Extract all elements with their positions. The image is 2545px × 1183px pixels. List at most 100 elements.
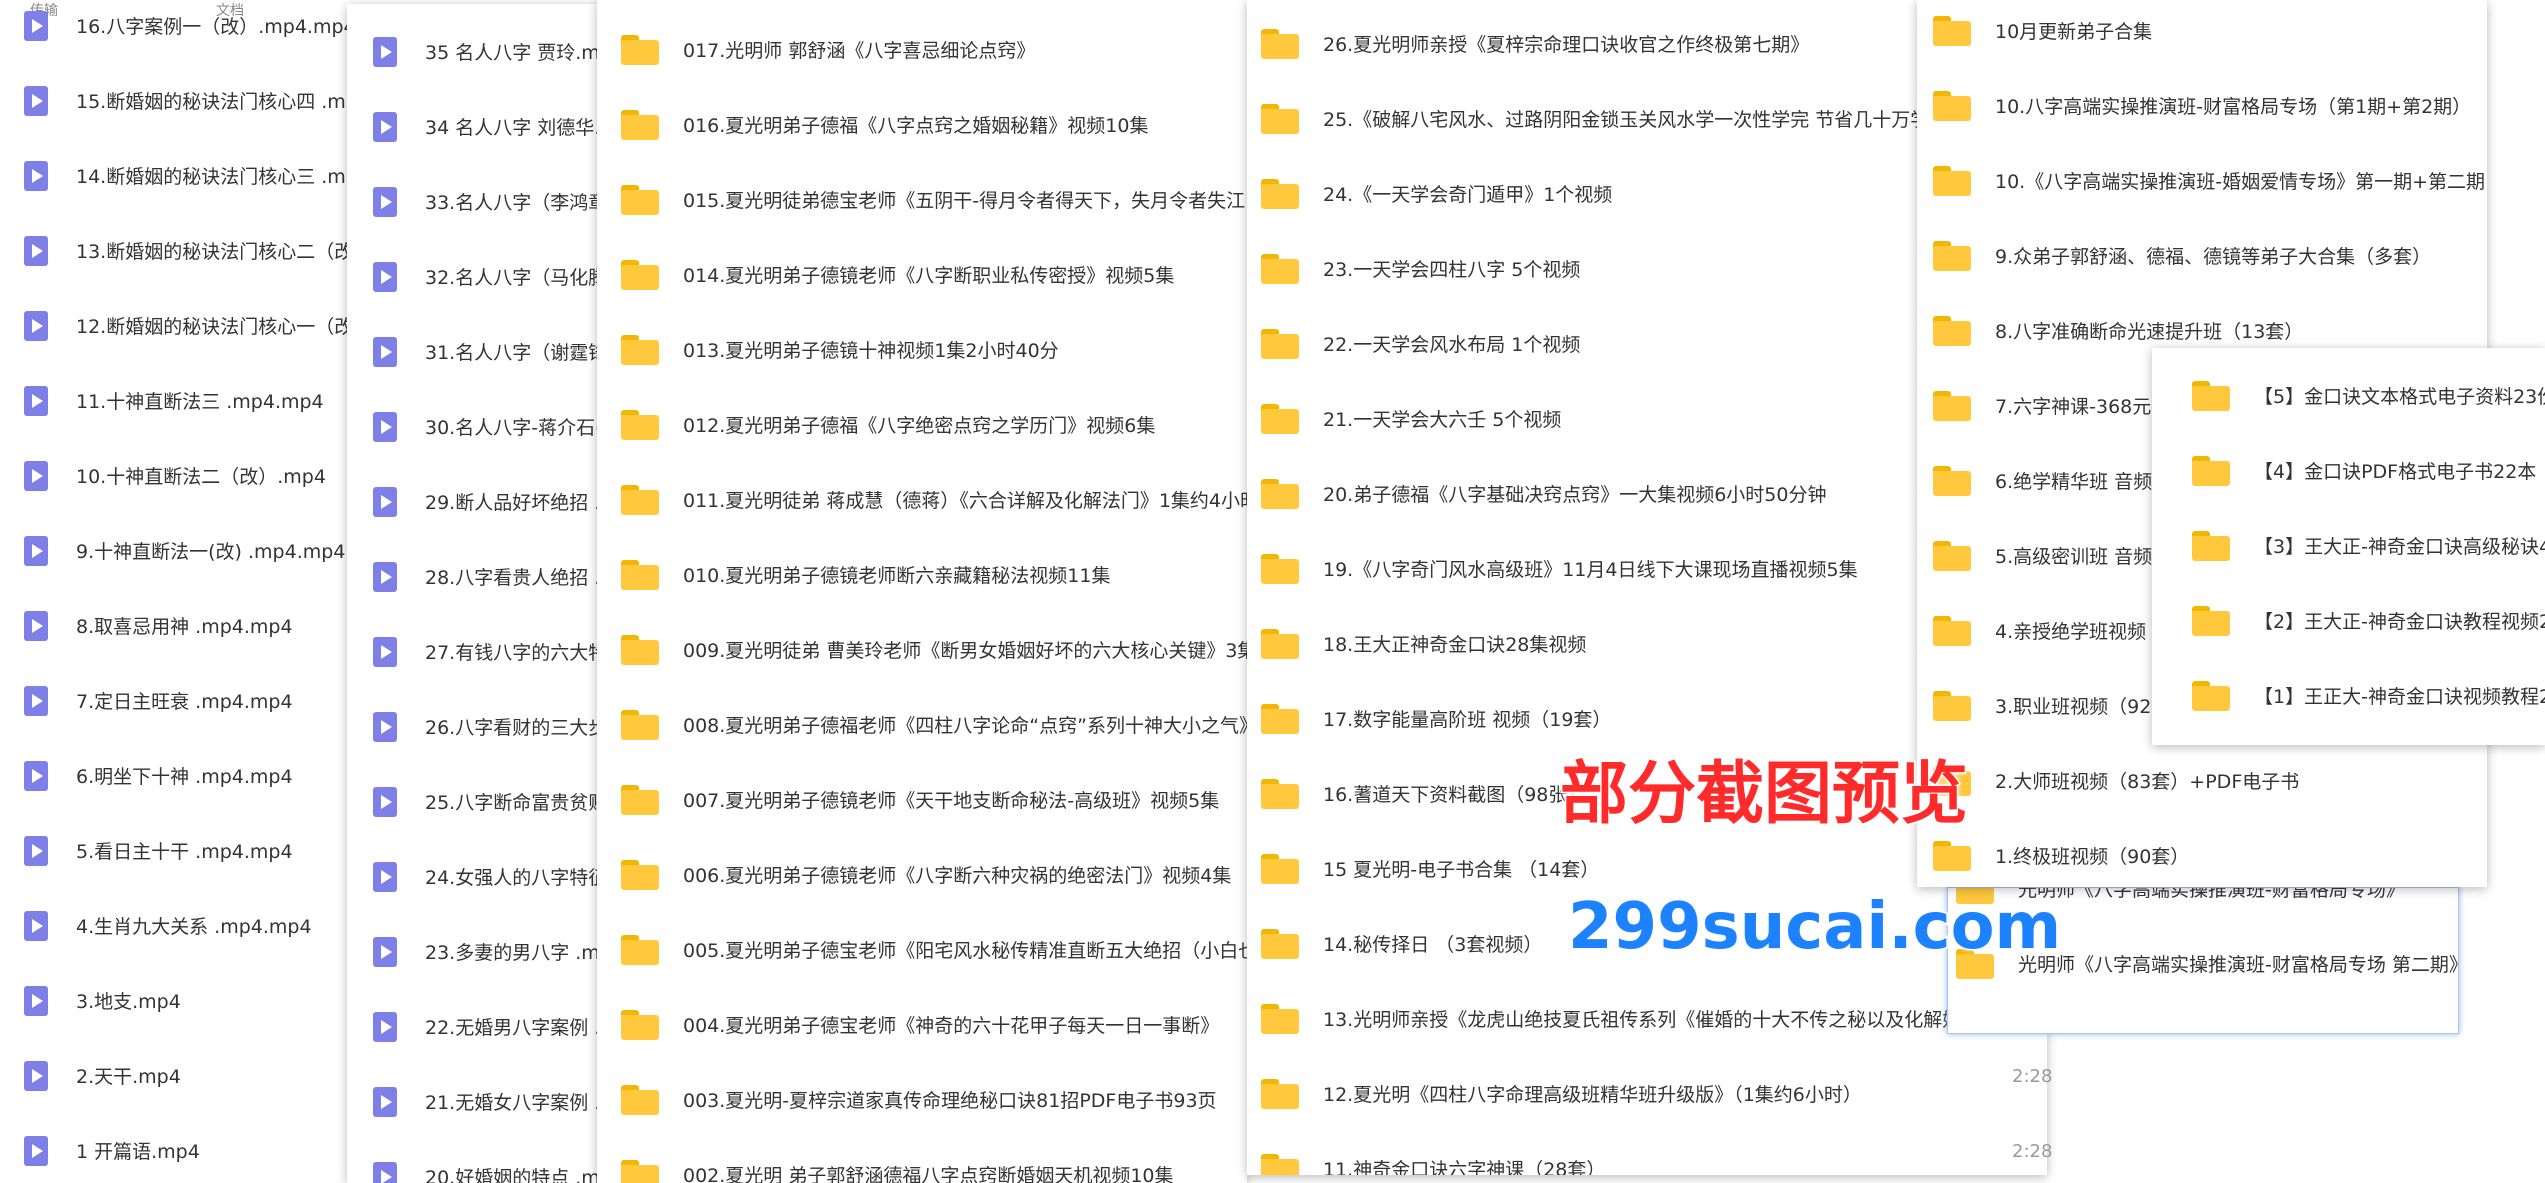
folder-row[interactable]: 009.夏光明徒弟 曹美玲老师《断男女婚姻好坏的六大核心关键》3集 xyxy=(597,612,1247,687)
folder-list-panel-3: 017.光明师 郭舒涵《八字喜忌细论点窍》 016.夏光明弟子德福《八字点窍之婚姻… xyxy=(597,0,1247,1183)
folder-row[interactable]: 015.夏光明徒弟德宝老师《五阴干-得月令者得天下，失月令者失江山》 xyxy=(597,162,1247,237)
folder-icon xyxy=(1933,465,1971,496)
folder-name: 014.夏光明弟子德镜老师《八字断职业私传密授》视频5集 xyxy=(683,265,1175,287)
folder-icon xyxy=(1261,28,1299,59)
folder-row[interactable]: 【1】王正大-神奇金口诀视频教程28套 xyxy=(2152,658,2545,733)
file-row[interactable]: 5.看日主十干 .mp4.mp4 xyxy=(0,813,380,888)
file-row[interactable]: 7.定日主旺衰 .mp4.mp4 xyxy=(0,663,380,738)
folder-row[interactable]: 【5】金口诀文本格式电子资料23份 xyxy=(2152,358,2545,433)
folder-name: 3.职业班视频（92套 xyxy=(1995,696,2171,718)
folder-row[interactable]: 13.光明师亲授《龙虎山绝技夏氏祖传系列《催婚的十大不传之秘以及化解婚姻关系 xyxy=(1247,981,2047,1056)
folder-name: 12.夏光明《四柱八字命理高级班精华班升级版》（1集约6小时） xyxy=(1323,1084,1862,1106)
file-row[interactable]: 10.十神直断法二（改）.mp4 xyxy=(0,438,380,513)
folder-name: 015.夏光明徒弟德宝老师《五阴干-得月令者得天下，失月令者失江山》 xyxy=(683,190,1247,212)
video-file-icon xyxy=(373,36,397,67)
folder-name: 22.一天学会风水布局 1个视频 xyxy=(1323,334,1581,356)
folder-icon xyxy=(1933,690,1971,721)
folder-row[interactable]: 10.八字高端实操推演班-财富格局专场（第1期+第2期） xyxy=(1917,68,2487,143)
video-file-icon xyxy=(373,1011,397,1042)
folder-icon xyxy=(1261,178,1299,209)
file-row[interactable]: 16.八字案例一（改）.mp4.mp4 xyxy=(0,0,380,63)
folder-icon xyxy=(2192,530,2230,561)
folder-row[interactable]: 014.夏光明弟子德镜老师《八字断职业私传密授》视频5集 xyxy=(597,237,1247,312)
folder-icon xyxy=(2192,605,2230,636)
folder-name: 010.夏光明弟子德镜老师断六亲藏籍秘法视频11集 xyxy=(683,565,1111,587)
video-file-icon xyxy=(24,235,48,266)
folder-icon xyxy=(1261,1078,1299,1109)
folder-row[interactable]: 011.夏光明徒弟 蒋成慧（德蒋）《六合详解及化解法门》1集约4小时 xyxy=(597,462,1247,537)
file-name: 23.多妻的男八字 .mp4 xyxy=(425,942,624,964)
folder-row[interactable]: 006.夏光明弟子德镜老师《八字断六种灾祸的绝密法门》视频4集 xyxy=(597,837,1247,912)
file-row[interactable]: 3.地支.mp4 xyxy=(0,963,380,1038)
folder-icon xyxy=(2192,680,2230,711)
folder-name: 【3】王大正-神奇金口诀高级秘诀4本 xyxy=(2254,536,2545,558)
folder-row[interactable]: 9.众弟子郭舒涵、德福、德镜等弟子大合集（多套） xyxy=(1917,218,2487,293)
folder-row[interactable]: 008.夏光明弟子德福老师《四柱八字论命“点窍”系列十神大小之气》视频 xyxy=(597,687,1247,762)
video-file-icon xyxy=(24,535,48,566)
folder-icon xyxy=(1261,253,1299,284)
file-row[interactable]: 4.生肖九大关系 .mp4.mp4 xyxy=(0,888,380,963)
folder-name: 17.数字能量高阶班 视频（19套） xyxy=(1323,709,1612,731)
folder-icon xyxy=(621,109,659,140)
folder-name: 10.《八字高端实操推演班-婚姻爱情专场》第一期+第二期 xyxy=(1995,171,2485,193)
folder-name: 20.弟子德福《八字基础决窍点窍》一大集视频6小时50分钟 xyxy=(1323,484,1827,506)
folder-name: 18.王大正神奇金口诀28集视频 xyxy=(1323,634,1587,656)
folder-icon xyxy=(621,634,659,665)
file-name: 13.断婚姻的秘诀法门核心二（改） xyxy=(76,241,373,263)
folder-row[interactable]: 【2】王大正-神奇金口诀教程视频28套 xyxy=(2152,583,2545,658)
folder-row[interactable]: 012.夏光明弟子德福《八字绝密点窍之学历门》视频6集 xyxy=(597,387,1247,462)
folder-icon xyxy=(1261,928,1299,959)
folder-row[interactable]: 12.夏光明《四柱八字命理高级班精华班升级版》（1集约6小时） xyxy=(1247,1056,2047,1131)
video-file-icon xyxy=(373,111,397,142)
time-fragment-1: 2:28 xyxy=(2012,1066,2053,1087)
file-name: 20.好婚姻的特点 .mp4 xyxy=(425,1167,624,1183)
folder-icon xyxy=(1933,90,1971,121)
folder-row[interactable]: 10月更新弟子合集 xyxy=(1917,0,2487,68)
video-file-icon xyxy=(373,1086,397,1117)
file-name: 2.天干.mp4 xyxy=(76,1066,181,1088)
file-row[interactable]: 2.天干.mp4 xyxy=(0,1038,380,1113)
file-row[interactable]: 6.明坐下十神 .mp4.mp4 xyxy=(0,738,380,813)
folder-row[interactable]: 007.夏光明弟子德镜老师《天干地支断命秘法-高级班》视频5集 xyxy=(597,762,1247,837)
folder-name: 012.夏光明弟子德福《八字绝密点窍之学历门》视频6集 xyxy=(683,415,1156,437)
folder-row[interactable]: 010.夏光明弟子德镜老师断六亲藏籍秘法视频11集 xyxy=(597,537,1247,612)
folder-row[interactable]: 【3】王大正-神奇金口诀高级秘诀4本 xyxy=(2152,508,2545,583)
folder-icon xyxy=(1933,165,1971,196)
folder-icon xyxy=(621,34,659,65)
file-name: 8.取喜忌用神 .mp4.mp4 xyxy=(76,616,293,638)
folder-name: 6.绝学精华班 音频（ xyxy=(1995,471,2172,493)
folder-icon xyxy=(1261,1003,1299,1034)
folder-name: 2.大师班视频（83套）+PDF电子书 xyxy=(1995,771,2300,793)
file-row[interactable]: 11.十神直断法三 .mp4.mp4 xyxy=(0,363,380,438)
video-file-icon xyxy=(373,1161,397,1183)
file-name: 14.断婚姻的秘诀法门核心三 .mp4 xyxy=(76,166,370,188)
folder-row[interactable]: 005.夏光明弟子德宝老师《阳宅风水秘传精准直断五大绝招（小白也能明）》 xyxy=(597,912,1247,987)
file-row[interactable]: 14.断婚姻的秘诀法门核心三 .mp4 xyxy=(0,138,380,213)
file-row[interactable]: 15.断婚姻的秘诀法门核心四 .mp4 xyxy=(0,63,380,138)
file-row[interactable]: 9.十神直断法一(改) .mp4.mp4 xyxy=(0,513,380,588)
folder-row[interactable]: 004.夏光明弟子德宝老师《神奇的六十花甲子每天一日一事断》 xyxy=(597,987,1247,1062)
folder-row[interactable]: 10.《八字高端实操推演班-婚姻爱情专场》第一期+第二期 xyxy=(1917,143,2487,218)
file-row[interactable]: 13.断婚姻的秘诀法门核心二（改） xyxy=(0,213,380,288)
file-row[interactable]: 8.取喜忌用神 .mp4.mp4 xyxy=(0,588,380,663)
folder-row[interactable]: 003.夏光明-夏梓宗道家真传命理绝秘口诀81招PDF电子书93页 xyxy=(597,1062,1247,1137)
folder-name: 4.亲授绝学班视频（ xyxy=(1995,621,2166,643)
folder-icon xyxy=(1261,1153,1299,1175)
folder-icon xyxy=(1261,553,1299,584)
folder-row[interactable]: 2.大师班视频（83套）+PDF电子书 xyxy=(1917,743,2487,818)
folder-row[interactable]: 11.神奇金口诀六字神课（28套） xyxy=(1247,1131,2047,1175)
folder-name: 【2】王大正-神奇金口诀教程视频28套 xyxy=(2254,611,2545,633)
folder-icon xyxy=(621,1159,659,1183)
folder-row[interactable]: 002.夏光明 弟子郭舒涵德福八字点窍断婚姻天机视频10集 xyxy=(597,1137,1247,1183)
folder-row[interactable]: 【4】金口诀PDF格式电子书22本 xyxy=(2152,433,2545,508)
folder-row[interactable]: 013.夏光明弟子德镜十神视频1集2小时40分 xyxy=(597,312,1247,387)
video-file-icon xyxy=(373,786,397,817)
folder-row[interactable]: 016.夏光明弟子德福《八字点窍之婚姻秘籍》视频10集 xyxy=(597,87,1247,162)
folder-name: 006.夏光明弟子德镜老师《八字断六种灾祸的绝密法门》视频4集 xyxy=(683,865,1232,887)
folder-row[interactable]: 1.终极班视频（90套） xyxy=(1917,818,2487,887)
file-name: 25.八字断命富贵贫贱 xyxy=(425,792,608,814)
file-row[interactable]: 12.断婚姻的秘诀法门核心一（改） xyxy=(0,288,380,363)
folder-name: 5.高级密训班 音频（ xyxy=(1995,546,2172,568)
folder-row[interactable]: 017.光明师 郭舒涵《八字喜忌细论点窍》 xyxy=(597,12,1247,87)
file-row[interactable]: 1 开篇语.mp4 xyxy=(0,1113,380,1183)
